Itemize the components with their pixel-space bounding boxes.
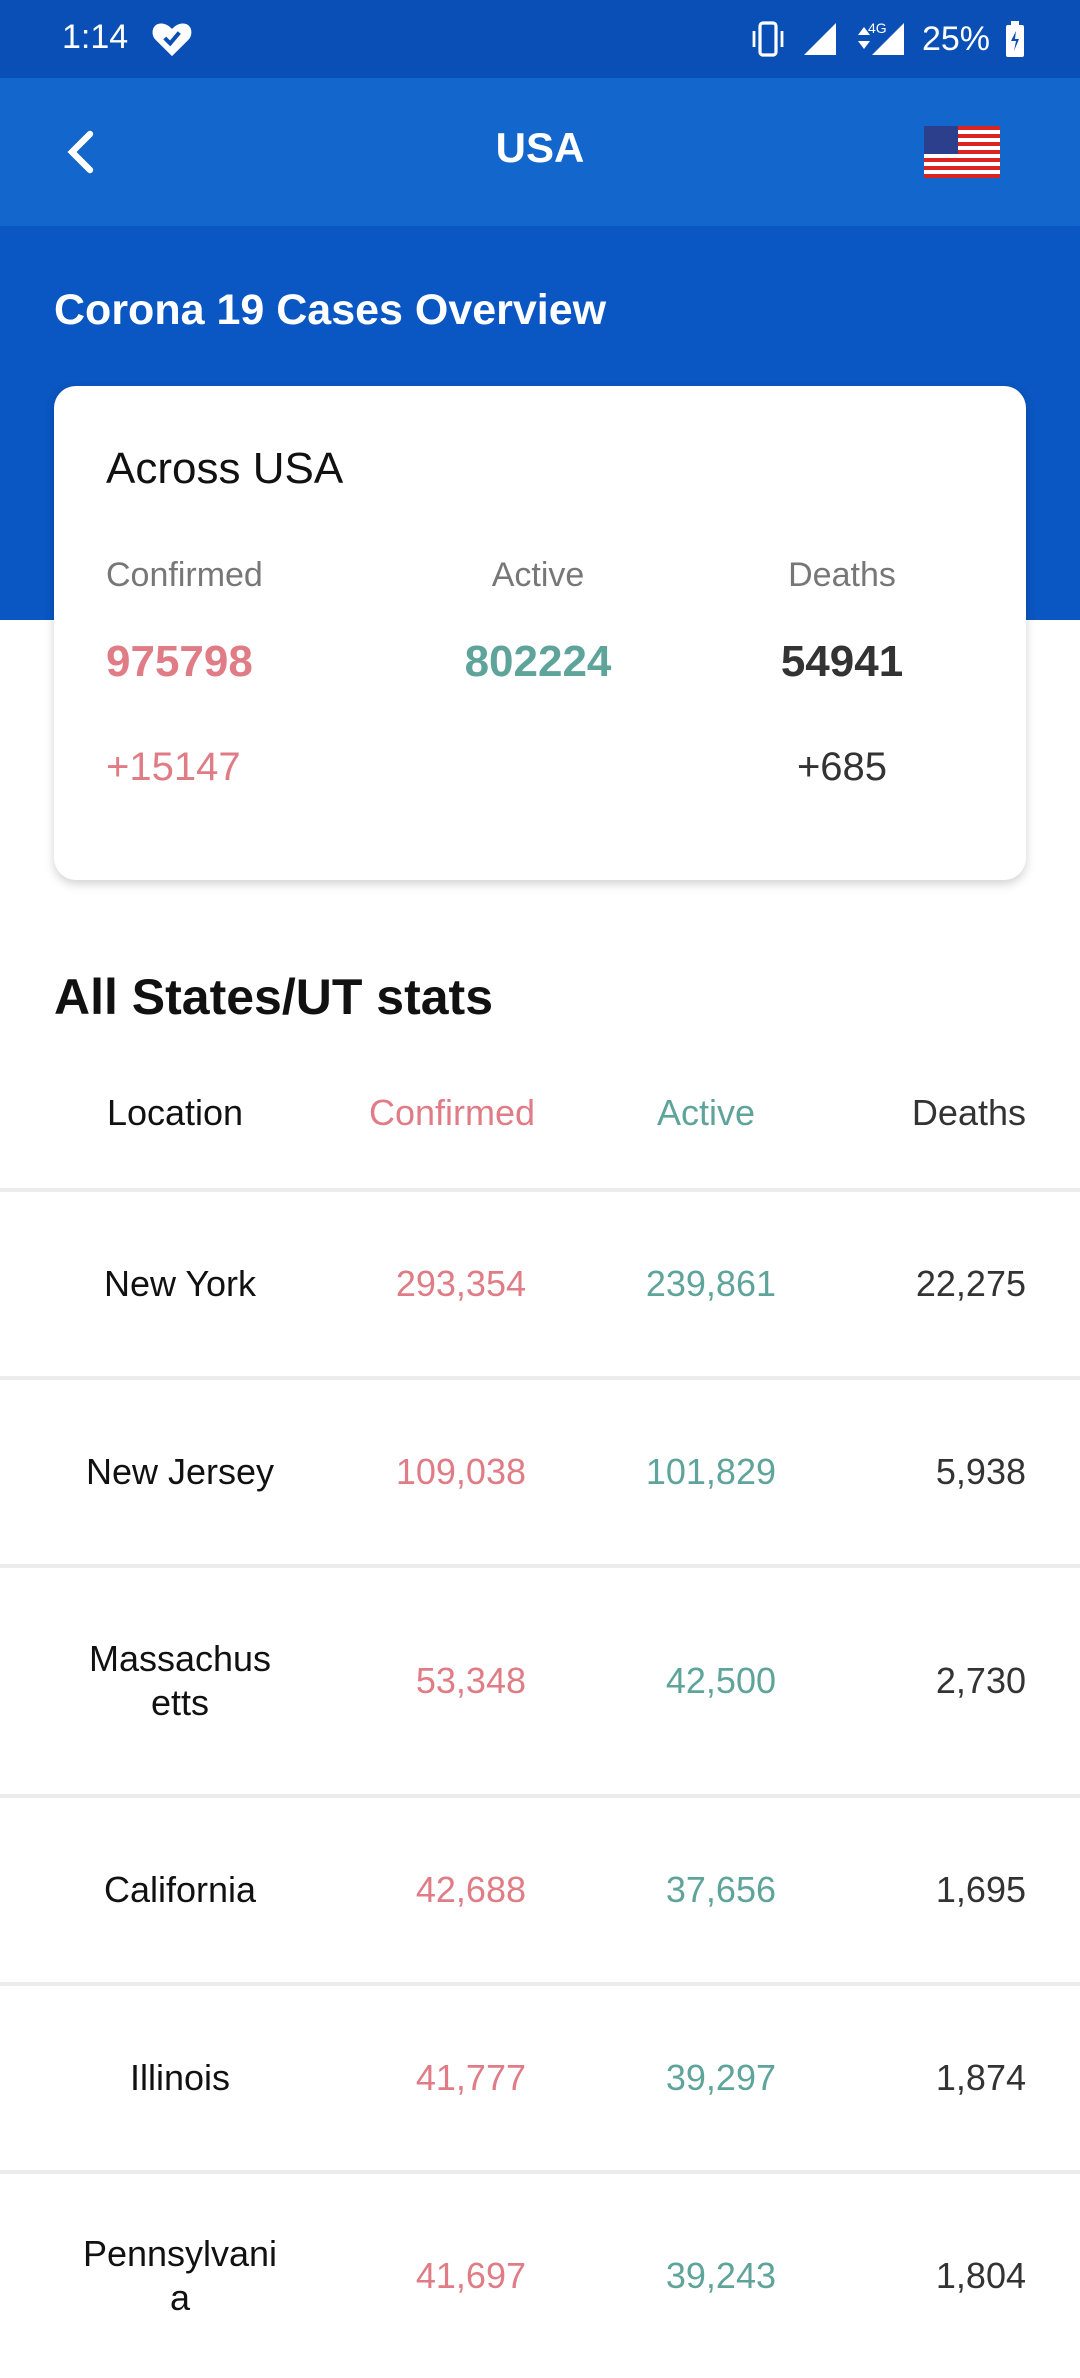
signal-icon [803,23,836,55]
row-confirmed: 293,354 [395,1263,526,1304]
row-location: Massachusetts [88,1638,272,1723]
table-header: Location Confirmed Active Deaths [0,1070,1080,1190]
deaths-delta: +685 [796,745,888,789]
header-location: Location [106,1092,244,1133]
active-stat: Active 802224 [408,556,668,687]
deaths-value: 54941 [780,637,904,686]
header-confirmed: Confirmed [368,1092,536,1133]
header-deaths: Deaths [911,1092,1026,1133]
row-location: New Jersey [85,1451,275,1492]
deaths-label: Deaths [788,556,896,594]
table-row[interactable]: New Jersey 109,038 101,829 5,938 [0,1380,1080,1564]
row-active: 101,829 [645,1451,776,1492]
status-time: 1:14 [62,18,129,56]
header-active: Active [656,1092,756,1133]
heart-check-icon [152,23,192,57]
overview-title: Corona 19 Cases Overview [54,286,607,334]
row-active: 39,297 [665,2057,776,2098]
row-active: 42,500 [665,1660,776,1701]
summary-card: Across USA Confirmed 975798 +15147 Activ… [54,386,1026,880]
confirmed-label: Confirmed [106,556,263,594]
row-deaths: 1,695 [935,1869,1026,1910]
row-location: California [103,1869,257,1910]
confirmed-stat: Confirmed 975798 +15147 [106,556,366,790]
row-active: 239,861 [645,1263,776,1304]
row-location: Pennsylvania [82,2233,278,2318]
row-active: 39,243 [665,2255,776,2296]
row-confirmed: 109,038 [395,1451,526,1492]
active-value: 802224 [464,637,612,686]
row-confirmed: 41,777 [415,2057,526,2098]
row-active: 37,656 [665,1869,776,1910]
us-flag-icon [924,126,1000,178]
row-deaths: 1,804 [935,2255,1026,2296]
page-title: USA [495,124,585,171]
card-title: Across USA [106,444,344,493]
confirmed-delta: +15147 [106,745,241,789]
confirmed-value: 975798 [106,637,253,686]
vibrate-icon [752,21,784,57]
signal-4g-icon: 4G [857,20,904,55]
row-location: Illinois [129,2057,231,2098]
svg-text:4G: 4G [868,20,887,36]
deaths-stat: Deaths 54941 +685 [712,556,972,790]
battery-percent: 25% [921,19,990,58]
row-deaths: 1,874 [935,2057,1026,2098]
row-deaths: 5,938 [935,1451,1026,1492]
row-location: New York [103,1263,257,1304]
status-bar: 1:14 4G 25% [0,0,1080,78]
states-section-title: All States/UT stats [54,969,494,1025]
active-label: Active [491,556,585,594]
table-row[interactable]: Pennsylvania 41,697 39,243 1,804 [0,2174,1080,2378]
table-row[interactable]: California 42,688 37,656 1,695 [0,1798,1080,1982]
row-confirmed: 53,348 [415,1660,526,1701]
battery-icon [1006,21,1024,57]
row-confirmed: 42,688 [415,1869,526,1910]
app-bar: USA [0,78,1080,226]
row-deaths: 22,275 [915,1263,1026,1304]
table-row[interactable]: Massachusetts 53,348 42,500 2,730 [0,1568,1080,1794]
table-row[interactable]: Illinois 41,777 39,297 1,874 [0,1986,1080,2170]
table-row[interactable]: New York 293,354 239,861 22,275 [0,1192,1080,1376]
row-confirmed: 41,697 [415,2255,526,2296]
row-deaths: 2,730 [935,1660,1026,1701]
